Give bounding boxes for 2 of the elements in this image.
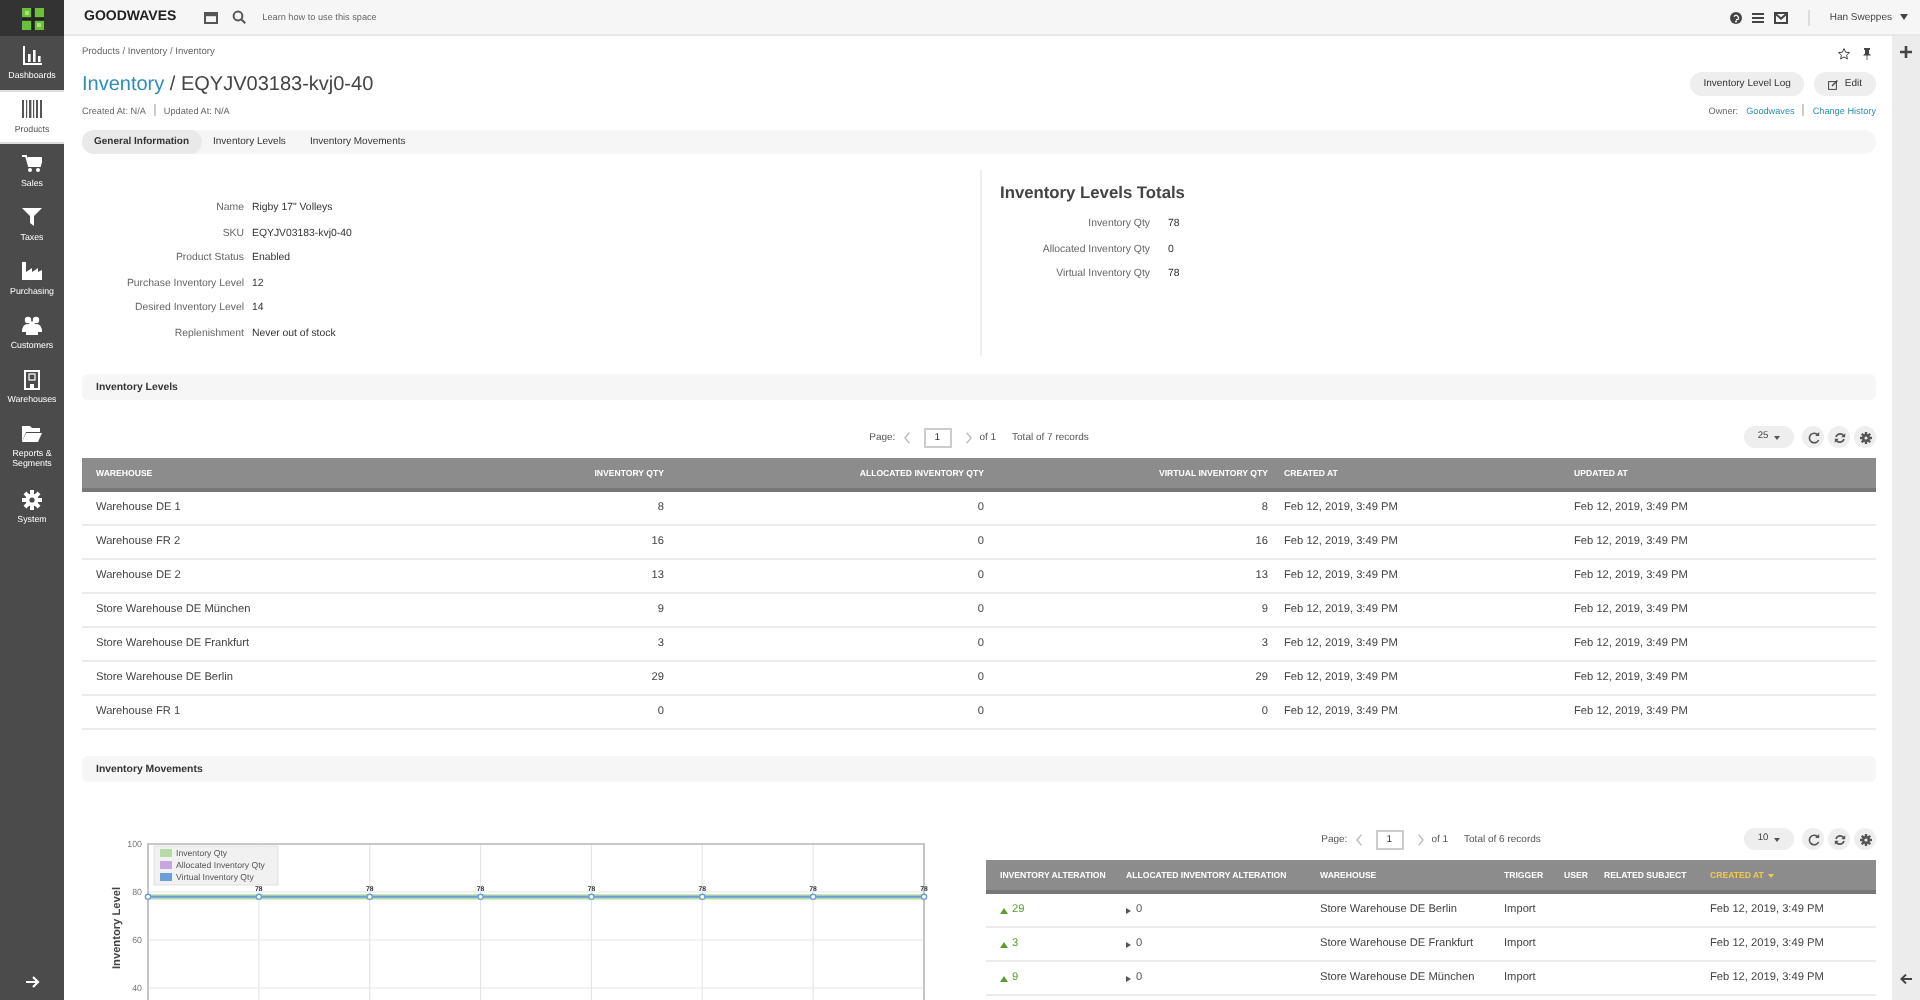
page-title: Inventory / EQYJV03183-kvj0-40 xyxy=(82,73,374,95)
panel-title: Inventory Levels Totals xyxy=(1000,182,1187,202)
